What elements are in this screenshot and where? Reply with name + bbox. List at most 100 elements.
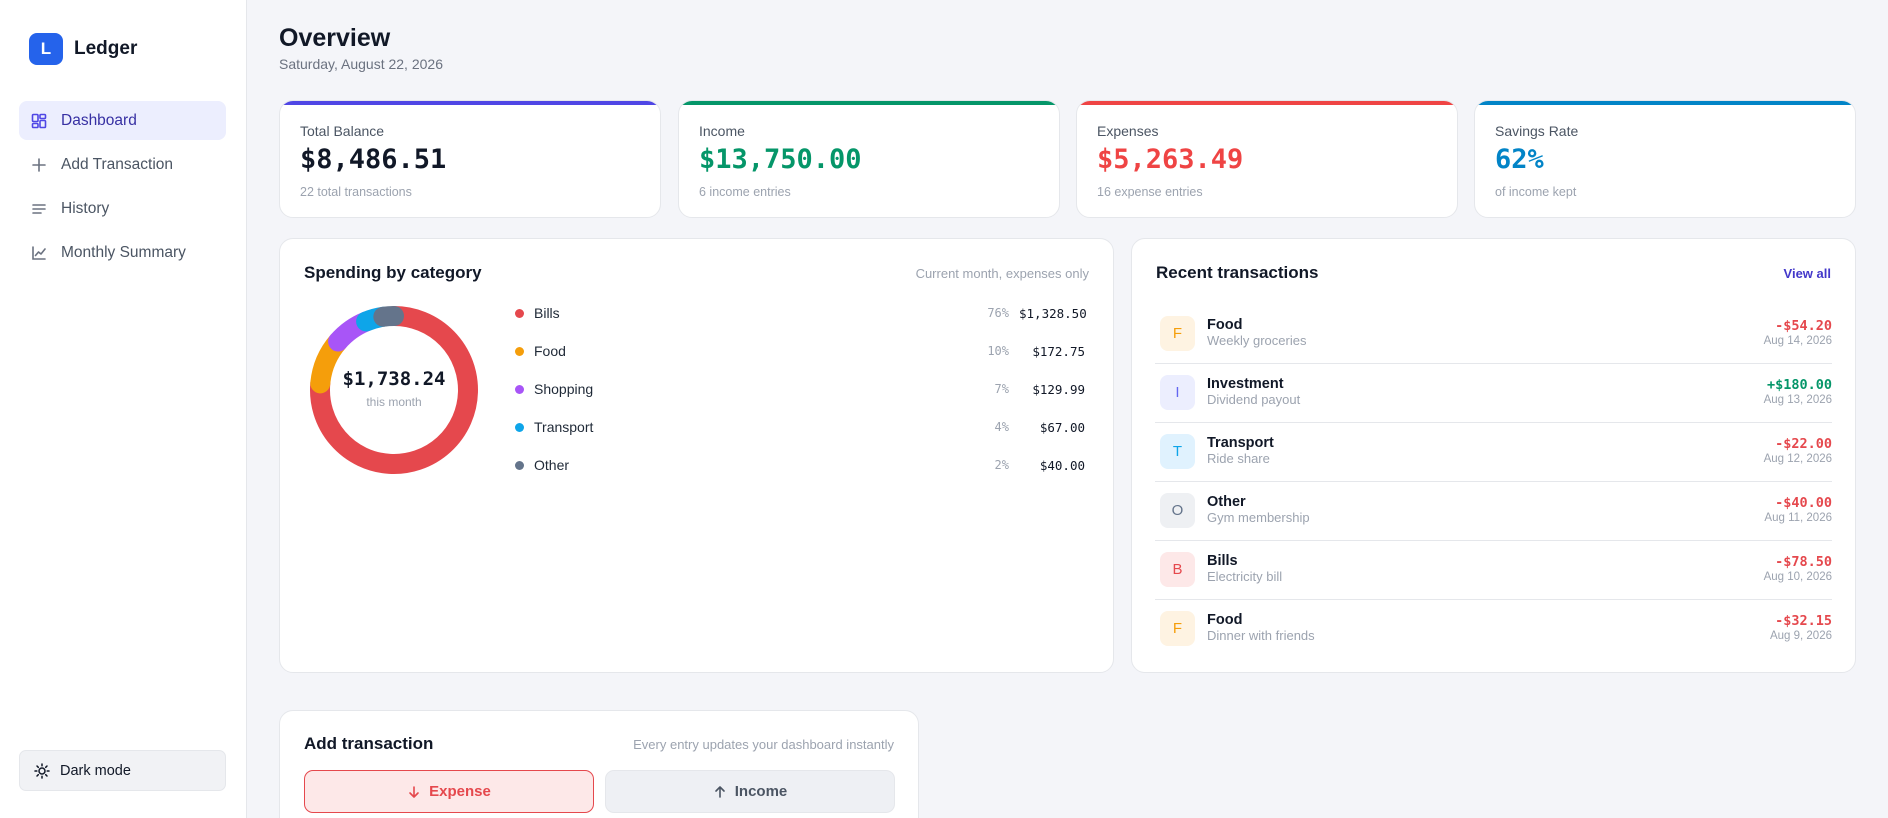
stat-accent-bar — [1475, 101, 1855, 105]
sidebar-item-history[interactable]: History — [19, 189, 226, 228]
transaction-description: Gym membership — [1207, 510, 1310, 525]
transaction-amount: -$78.50 — [1775, 554, 1832, 570]
transaction-description: Ride share — [1207, 451, 1270, 466]
sidebar-nav: Dashboard Add Transaction History Monthl… — [19, 101, 226, 277]
category-avatar: B — [1160, 552, 1195, 587]
transaction-category: Bills — [1207, 553, 1238, 569]
transaction-date: Aug 9, 2026 — [1769, 630, 1832, 642]
recent-title: Recent transactions — [1156, 263, 1319, 282]
stat-value: 62% — [1495, 144, 1544, 175]
brand[interactable]: L Ledger — [29, 33, 137, 65]
category-avatar: T — [1160, 434, 1195, 469]
page-date: Saturday, August 22, 2026 — [279, 56, 443, 72]
income-type-button[interactable]: Income — [605, 770, 895, 813]
legend-item: Transport 4% $67.00 — [515, 417, 1085, 437]
transaction-row[interactable]: I Investment Dividend payout +$180.00 Aug 13… — [1155, 364, 1832, 423]
dark-mode-toggle[interactable]: Dark mode — [19, 750, 226, 791]
transaction-description: Dinner with friends — [1207, 628, 1315, 643]
donut-slice-other — [373, 306, 404, 327]
transaction-description: Dividend payout — [1207, 392, 1301, 407]
legend-amount: $129.99 — [1032, 381, 1085, 397]
transaction-row[interactable]: F Food Weekly groceries -$54.20 Aug 14, 2026 — [1155, 305, 1832, 364]
stat-card-savings-rate: Savings Rate 62% of income kept — [1474, 100, 1856, 218]
stat-label: Income — [699, 123, 745, 139]
stat-accent-bar — [1077, 101, 1457, 105]
spending-panel: Spending by category Current month, expe… — [279, 238, 1114, 673]
sidebar-item-add-transaction[interactable]: Add Transaction — [19, 145, 226, 184]
stat-sub: of income kept — [1495, 185, 1577, 199]
sidebar: L Ledger Dashboard Add Transaction Histo… — [0, 0, 247, 818]
sidebar-item-monthly-summary[interactable]: Monthly Summary — [19, 233, 226, 272]
transaction-date: Aug 12, 2026 — [1763, 453, 1832, 465]
chart-icon — [31, 245, 47, 261]
sidebar-item-dashboard[interactable]: Dashboard — [19, 101, 226, 140]
legend-swatch — [515, 346, 524, 356]
spending-donut-chart — [310, 306, 478, 474]
legend-percent: 76% — [987, 306, 1009, 320]
transaction-amount: -$22.00 — [1775, 436, 1832, 452]
stat-accent-bar — [679, 101, 1059, 105]
legend-item: Shopping 7% $129.99 — [515, 379, 1085, 399]
legend-item: Food 10% $172.75 — [515, 341, 1085, 361]
stat-label: Total Balance — [300, 123, 385, 139]
add-transaction-note: Every entry updates your dashboard insta… — [633, 737, 894, 752]
transaction-amount: -$32.15 — [1775, 613, 1832, 629]
dark-mode-label: Dark mode — [60, 762, 131, 779]
arrow-up-icon — [713, 785, 727, 799]
legend-amount: $172.75 — [1032, 343, 1085, 359]
transaction-description: Electricity bill — [1207, 569, 1283, 584]
stat-value: $13,750.00 — [699, 144, 862, 175]
legend-label: Shopping — [534, 381, 594, 397]
transaction-amount: +$180.00 — [1766, 377, 1832, 393]
category-avatar: F — [1160, 316, 1195, 351]
sun-icon — [34, 762, 50, 779]
income-label: Income — [734, 783, 788, 800]
page-title: Overview — [279, 24, 391, 52]
view-all-link[interactable]: View all — [1784, 266, 1831, 281]
expense-label: Expense — [429, 783, 491, 800]
stat-value: $5,263.49 — [1097, 144, 1244, 175]
transaction-row[interactable]: O Other Gym membership -$40.00 Aug 11, 2026 — [1155, 482, 1832, 541]
transaction-amount: -$54.20 — [1775, 318, 1832, 334]
legend-percent: 2% — [994, 458, 1009, 472]
category-avatar: O — [1160, 493, 1195, 528]
legend-percent: 7% — [994, 382, 1009, 396]
recent-transactions-panel: Recent transactions View all F Food Weekly… — [1131, 238, 1856, 673]
stat-sub: 6 income entries — [699, 185, 791, 199]
legend-item: Bills 76% $1,328.50 — [515, 303, 1087, 323]
stat-label: Savings Rate — [1495, 123, 1579, 139]
stat-sub: 16 expense entries — [1097, 185, 1203, 199]
category-avatar: I — [1160, 375, 1195, 410]
stat-label: Expenses — [1097, 123, 1159, 139]
legend-amount: $67.00 — [1039, 419, 1085, 435]
legend-label: Bills — [534, 305, 560, 321]
stat-card-income: Income $13,750.00 6 income entries — [678, 100, 1060, 218]
plus-icon — [31, 157, 47, 173]
transaction-row[interactable]: F Food Dinner with friends -$32.15 Aug 9, 20… — [1155, 600, 1832, 659]
sidebar-item-label: Monthly Summary — [61, 243, 186, 261]
brand-logo: L — [29, 33, 63, 65]
legend-swatch — [515, 384, 524, 394]
stat-card-expenses: Expenses $5,263.49 16 expense entries — [1076, 100, 1458, 218]
transaction-date: Aug 11, 2026 — [1764, 512, 1832, 524]
legend-label: Transport — [534, 419, 594, 435]
sidebar-item-label: Dashboard — [61, 111, 137, 129]
transaction-date: Aug 13, 2026 — [1763, 394, 1832, 406]
transaction-category: Food — [1207, 317, 1243, 333]
stat-card-total-balance: Total Balance $8,486.51 22 total transac… — [279, 100, 661, 218]
legend-swatch — [515, 308, 524, 318]
transaction-row[interactable]: T Transport Ride share -$22.00 Aug 12, 2026 — [1155, 423, 1832, 482]
transaction-amount: -$40.00 — [1775, 495, 1832, 511]
transaction-row[interactable]: B Bills Electricity bill -$78.50 Aug 10, 202… — [1155, 541, 1832, 600]
spending-note: Current month, expenses only — [915, 266, 1089, 281]
legend-swatch — [515, 422, 524, 432]
transaction-date: Aug 10, 2026 — [1763, 571, 1832, 583]
legend-amount: $1,328.50 — [1019, 305, 1087, 321]
legend-label: Other — [534, 457, 570, 473]
list-icon — [31, 201, 47, 217]
category-avatar: F — [1160, 611, 1195, 646]
legend-item: Other 2% $40.00 — [515, 455, 1085, 475]
transaction-category: Food — [1207, 612, 1243, 628]
expense-type-button[interactable]: Expense — [304, 770, 594, 813]
stat-accent-bar — [280, 101, 660, 105]
